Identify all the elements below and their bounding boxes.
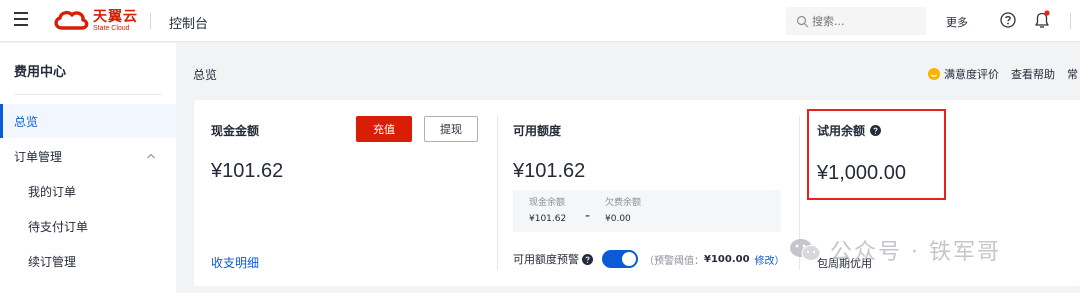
alert-threshold-label: （预警阈值： xyxy=(644,255,704,267)
search-box[interactable] xyxy=(786,7,926,35)
satisfaction-link[interactable]: 满意度评价 xyxy=(944,66,999,82)
credit-alert-row: 可用额度预警 （预警阈值： ¥100.00 修改） xyxy=(513,250,785,268)
cash-balance-label: 现金余额 xyxy=(529,198,566,208)
cloud-logo-icon xyxy=(54,10,89,30)
chevron-up-icon xyxy=(147,153,155,159)
alert-toggle[interactable] xyxy=(602,250,638,268)
logo-text-en: State Cloud xyxy=(93,25,130,32)
help-icon[interactable] xyxy=(999,11,1017,29)
separator-dash: - xyxy=(585,208,591,224)
faq-link[interactable]: 常 xyxy=(1067,66,1078,82)
sidebar-item-my-orders[interactable]: 我的订单 xyxy=(0,174,176,208)
recharge-button[interactable]: 充值 xyxy=(356,116,412,142)
watermark: 公众号 · 铁军哥 xyxy=(788,234,1001,266)
divider xyxy=(497,116,498,270)
console-link[interactable]: 控制台 xyxy=(169,13,208,32)
more-menu[interactable]: 更多 xyxy=(946,14,968,30)
help-link[interactable]: 查看帮助 xyxy=(1011,66,1055,82)
header-links: 满意度评价 查看帮助 常 xyxy=(928,66,1080,82)
withdraw-button[interactable]: 提现 xyxy=(424,116,478,142)
sidebar-item-pending-orders[interactable]: 待支付订单 xyxy=(0,209,176,243)
question-icon[interactable] xyxy=(582,253,593,265)
sidebar: 费用中心 总览 订单管理 我的订单 待支付订单 续订管理 xyxy=(0,43,176,293)
sidebar-item-order-management[interactable]: 订单管理 xyxy=(0,139,176,173)
edit-threshold-link[interactable]: 修改） xyxy=(755,252,785,267)
sidebar-title: 费用中心 xyxy=(14,65,67,80)
sidebar-item-renewals[interactable]: 续订管理 xyxy=(0,244,176,278)
menu-icon[interactable] xyxy=(14,12,28,26)
alert-threshold-value: ¥100.00 xyxy=(704,253,750,265)
available-amount: ¥101.62 xyxy=(513,160,586,182)
smile-icon xyxy=(928,68,940,80)
sidebar-item-overview[interactable]: 总览 xyxy=(0,104,176,138)
search-input[interactable] xyxy=(812,14,912,28)
cash-amount: ¥101.62 xyxy=(211,160,284,182)
top-bar: 天翼云 State Cloud 控制台 更多 xyxy=(0,0,1080,42)
transaction-details-link[interactable]: 收支明细 xyxy=(211,254,259,271)
arrears-value: ¥0.00 xyxy=(605,214,631,224)
alert-label: 可用额度预警 xyxy=(513,253,579,266)
sidebar-item-label: 订单管理 xyxy=(14,149,63,164)
divider xyxy=(1070,13,1071,29)
logo[interactable]: 天翼云 State Cloud xyxy=(52,7,138,35)
search-icon xyxy=(796,15,809,27)
cash-title: 现金金额 xyxy=(211,124,260,138)
arrears-label: 欠费余额 xyxy=(605,198,642,208)
available-title: 可用额度 xyxy=(513,124,562,138)
divider xyxy=(150,13,151,29)
logo-text-cn: 天翼云 xyxy=(93,9,138,25)
watermark-text: 公众号 · 铁军哥 xyxy=(830,240,1001,265)
bell-icon[interactable] xyxy=(1032,9,1052,31)
cash-balance-value: ¥101.62 xyxy=(529,214,567,224)
divider xyxy=(14,94,162,95)
balance-breakdown: 现金余额 ¥101.62 - 欠费余额 ¥0.00 xyxy=(513,190,781,232)
page-title: 总览 xyxy=(193,68,218,82)
wechat-icon xyxy=(790,239,821,261)
highlight-annotation xyxy=(807,109,946,200)
